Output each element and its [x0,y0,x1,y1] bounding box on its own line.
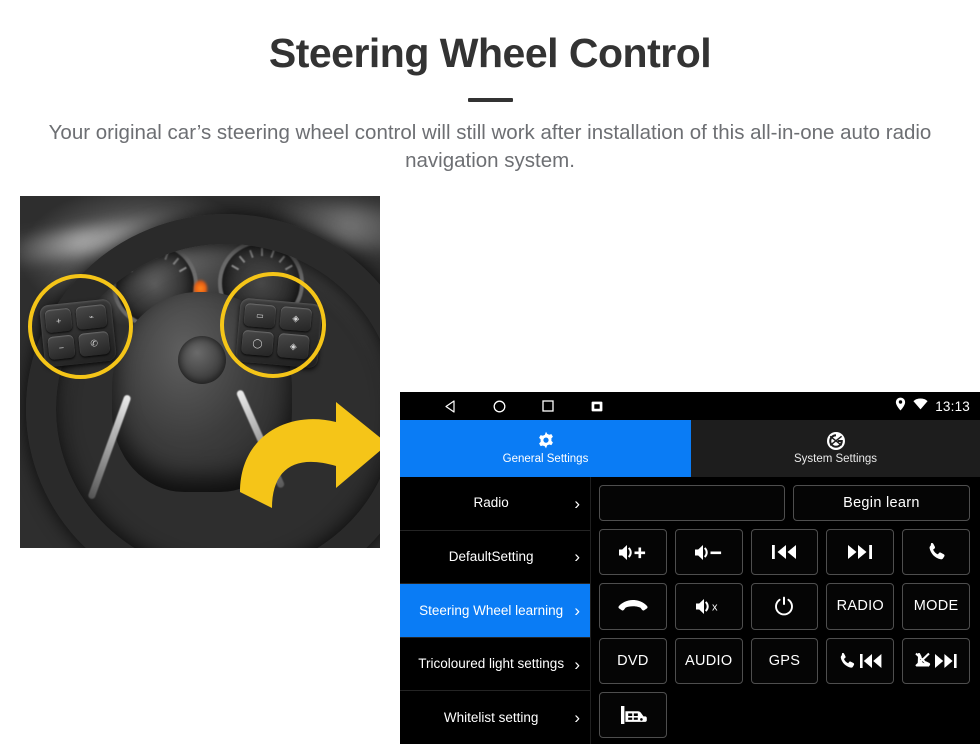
page-subtitle: Your original car’s steering wheel contr… [48,121,932,173]
key-radio[interactable]: RADIO [826,583,895,630]
svg-text:x: x [712,601,718,613]
page-title: Steering Wheel Control [268,30,712,76]
tab-system-settings[interactable]: System Settings [691,420,980,477]
key-label: DVD [617,652,649,669]
sidebar-item-radio[interactable]: Radio › [400,477,590,531]
highlight-circle-left [28,274,133,379]
gear-icon [536,431,556,451]
airbag-emblem [178,336,226,384]
key-row-2: x RADIO MODE [599,583,970,630]
chevron-right-icon: › [574,708,580,728]
sidebar-item-tricoloured-light-settings[interactable]: Tricoloured light settings › [400,638,590,692]
sidebar-item-label: Steering Wheel learning [419,602,564,618]
key-phone-previous[interactable] [826,637,895,684]
key-previous-track[interactable] [750,529,819,576]
key-label: RADIO [836,598,884,615]
tab-general-settings[interactable]: General Settings [400,420,691,477]
key-phone-hangup[interactable] [599,583,667,630]
key-phone-answer[interactable] [902,529,970,576]
learn-key-display[interactable] [599,485,785,521]
sidebar-item-label: DefaultSetting [448,548,534,564]
title-divider [467,98,513,103]
head-unit-screen: 13:13 General Settings System Settings R… [400,392,980,744]
volume-mute-icon: x [695,597,723,616]
key-empty-slot [826,692,894,738]
status-clock: 13:13 [935,398,970,414]
key-car-settings[interactable] [599,691,667,738]
wifi-icon [913,397,928,415]
status-indicators: 13:13 [895,397,970,416]
sidebar-item-steering-wheel-learning[interactable]: Steering Wheel learning › [400,584,590,638]
sidebar-item-whitelist-setting[interactable]: Whitelist setting › [400,691,590,744]
previous-track-icon [770,543,798,561]
car-icon [619,705,647,725]
highlight-circle-right [220,272,326,378]
next-track-icon [846,543,874,561]
key-volume-down[interactable] [674,529,743,576]
key-row-1 [599,529,970,576]
begin-learn-button[interactable]: Begin learn [792,485,970,521]
phone-mute-next-icon [914,652,958,670]
steering-wheel-photo: + − ⌁ ✆ ▭ ◈ ◯ ◈ [20,196,380,548]
key-empty-slot [675,692,743,738]
power-icon [774,596,794,617]
volume-down-icon [694,543,724,562]
volume-up-icon [618,543,648,562]
tab-label: General Settings [502,453,589,466]
steering-wheel-learning-panel: Begin learn x RADIO MODE DVD AUDIO GPS [591,477,980,744]
settings-body: Radio › DefaultSetting › Steering Wheel … [400,477,980,744]
chevron-right-icon: › [574,493,580,513]
media-row: + − ⌁ ✆ ▭ ◈ ◯ ◈ 13:13 General Settings S… [20,196,980,744]
pointing-arrow [232,396,380,514]
key-label: AUDIO [684,652,733,669]
key-gps[interactable]: GPS [750,637,819,684]
key-audio[interactable]: AUDIO [674,637,743,684]
settings-nav-list: Radio › DefaultSetting › Steering Wheel … [400,477,591,744]
learn-control-row: Begin learn [599,485,970,521]
sidebar-item-defaultsetting[interactable]: DefaultSetting › [400,531,590,585]
android-status-bar: 13:13 [400,392,980,420]
chevron-right-icon: › [574,654,580,674]
page-header: Steering Wheel Control Your original car… [0,0,980,175]
phone-previous-icon [838,652,882,670]
key-volume-mute[interactable]: x [674,583,743,630]
key-empty-slot [902,692,970,738]
screenshot-icon[interactable] [589,398,605,414]
key-volume-up[interactable] [599,529,667,576]
system-logo-icon [826,431,846,451]
key-empty-slot [751,692,819,738]
begin-learn-label: Begin learn [843,495,920,511]
sidebar-item-label: Whitelist setting [443,709,539,725]
chevron-right-icon: › [574,547,580,567]
key-next-track[interactable] [826,529,895,576]
key-label: MODE [913,598,959,615]
key-row-3: DVD AUDIO GPS [599,637,970,684]
key-phone-mute-next[interactable] [902,637,970,684]
tab-label: System Settings [793,453,878,466]
location-icon [895,397,906,416]
chevron-right-icon: › [574,600,580,620]
home-icon[interactable] [491,398,507,414]
key-dvd[interactable]: DVD [599,637,667,684]
phone-answer-icon [925,541,947,563]
key-power[interactable] [750,583,819,630]
android-nav-bar [442,398,605,414]
sidebar-item-label: Radio [473,495,509,511]
recents-icon[interactable] [540,398,556,414]
key-label: GPS [768,652,801,669]
sidebar-item-label: Tricoloured light settings [418,656,565,672]
back-icon[interactable] [442,398,458,414]
phone-hangup-icon [618,597,648,615]
key-mode[interactable]: MODE [902,583,970,630]
key-row-4 [599,691,970,738]
settings-tabs: General Settings System Settings [400,420,980,477]
